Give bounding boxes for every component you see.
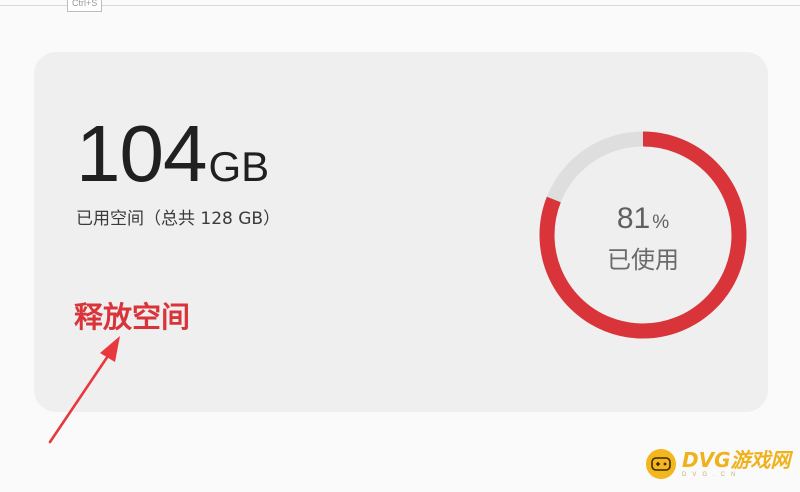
gamepad-icon bbox=[646, 449, 676, 479]
usage-percent-sign: % bbox=[652, 212, 670, 233]
usage-percent-value: 81 bbox=[616, 202, 651, 235]
usage-percent: 81% bbox=[528, 202, 758, 236]
gamepad-glyph bbox=[651, 457, 671, 471]
toolbar-divider bbox=[0, 5, 800, 6]
used-value: 104 bbox=[76, 109, 207, 198]
usage-label: 已使用 bbox=[607, 246, 679, 274]
used-amount: 104GB bbox=[76, 108, 269, 200]
storage-page: Ctrl+S 104GB 已用空间（总共 128 GB） 释放空间 81% 已使… bbox=[0, 0, 800, 492]
shortcut-tooltip: Ctrl+S bbox=[67, 0, 103, 12]
used-unit: GB bbox=[208, 143, 270, 190]
arrow-annotation-icon bbox=[48, 336, 120, 444]
arrow-head bbox=[100, 336, 120, 362]
watermark-site: DVG.CN bbox=[682, 472, 742, 478]
watermark-brand: DVG游戏网 bbox=[682, 448, 791, 472]
watermark-text: DVG游戏网 DVG.CN bbox=[682, 450, 791, 478]
used-caption: 已用空间（总共 128 GB） bbox=[76, 209, 281, 229]
watermark: DVG游戏网 DVG.CN bbox=[646, 442, 791, 486]
arrow-shaft bbox=[48, 348, 114, 444]
